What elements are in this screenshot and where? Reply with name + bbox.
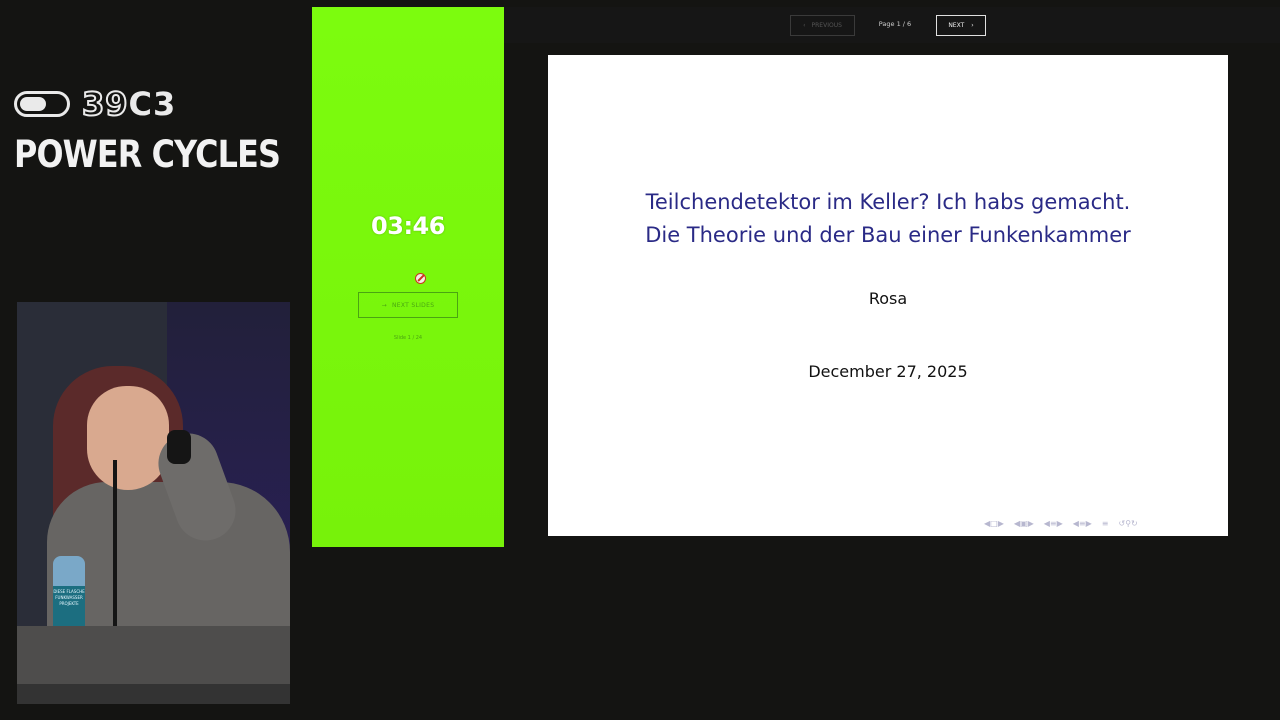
no-entry-icon bbox=[415, 273, 426, 284]
slide-counter: Slide 1 / 24 bbox=[393, 335, 423, 341]
frame-next-icon[interactable]: ◀▣▶ bbox=[1014, 519, 1034, 528]
chevron-left-icon: ‹ bbox=[803, 22, 806, 29]
search-icon[interactable]: ↺⚲↻ bbox=[1118, 519, 1137, 528]
previous-label: PREVIOUS bbox=[811, 22, 842, 29]
subsection-icon[interactable]: ◀≡▶ bbox=[1044, 519, 1063, 528]
slide-author: Rosa bbox=[868, 289, 908, 308]
previous-page-button[interactable]: ‹ PREVIOUS bbox=[790, 15, 855, 36]
lectern bbox=[17, 626, 290, 684]
next-slides-button[interactable]: → NEXT SLIDES bbox=[358, 292, 458, 318]
speaker-camera-feed: DIESE FLASCHE FUNKWASSER PROJEKTE bbox=[17, 302, 290, 704]
toggle-logo-icon bbox=[14, 91, 70, 117]
slide-title-line-1: Teilchendetektor im Keller? Ich habs gem… bbox=[645, 190, 1131, 214]
page-indicator: Page 1 / 6 bbox=[878, 20, 912, 28]
chevron-right-icon: › bbox=[971, 22, 974, 29]
stage-floor bbox=[17, 684, 290, 704]
slide-title-line-2: Die Theorie und der Bau einer Funkenkamm… bbox=[645, 223, 1131, 247]
logo-suffix: C3 bbox=[128, 85, 177, 123]
beamer-navigation: ◀□▶ ◀▣▶ ◀≡▶ ◀≡▶ ≡ ↺⚲↻ bbox=[984, 519, 1138, 528]
speaker-face bbox=[87, 386, 169, 490]
doc-icon[interactable]: ≡ bbox=[1102, 519, 1109, 528]
event-title: POWER CYCLES bbox=[14, 133, 281, 176]
next-slides-label: NEXT SLIDES bbox=[392, 301, 435, 309]
bottle-label: DIESE FLASCHE FUNKWASSER PROJEKTE bbox=[53, 586, 85, 626]
next-page-button[interactable]: NEXT › bbox=[936, 15, 986, 36]
frame-prev-icon[interactable]: ◀□▶ bbox=[984, 519, 1004, 528]
countdown-timer: 03:46 bbox=[371, 212, 445, 240]
event-logo: 39 C3 bbox=[14, 86, 274, 122]
slide-date: December 27, 2025 bbox=[808, 362, 968, 381]
presentation-slide: Teilchendetektor im Keller? Ich habs gem… bbox=[548, 55, 1228, 536]
logo-number: 39 bbox=[81, 85, 129, 123]
next-label: NEXT bbox=[948, 22, 965, 29]
section-icon[interactable]: ◀≡▶ bbox=[1073, 519, 1092, 528]
microphone-stand bbox=[113, 460, 117, 630]
pdf-pager-bar: ‹ PREVIOUS Page 1 / 6 NEXT › bbox=[504, 7, 1280, 43]
headset-icon bbox=[167, 430, 191, 464]
arrow-right-icon: → bbox=[381, 301, 387, 309]
timer-panel: 03:46 → NEXT SLIDES Slide 1 / 24 bbox=[312, 7, 504, 547]
slide-title: Teilchendetektor im Keller? Ich habs gem… bbox=[548, 186, 1228, 252]
event-branding: 39 C3 POWER CYCLES bbox=[14, 86, 281, 176]
